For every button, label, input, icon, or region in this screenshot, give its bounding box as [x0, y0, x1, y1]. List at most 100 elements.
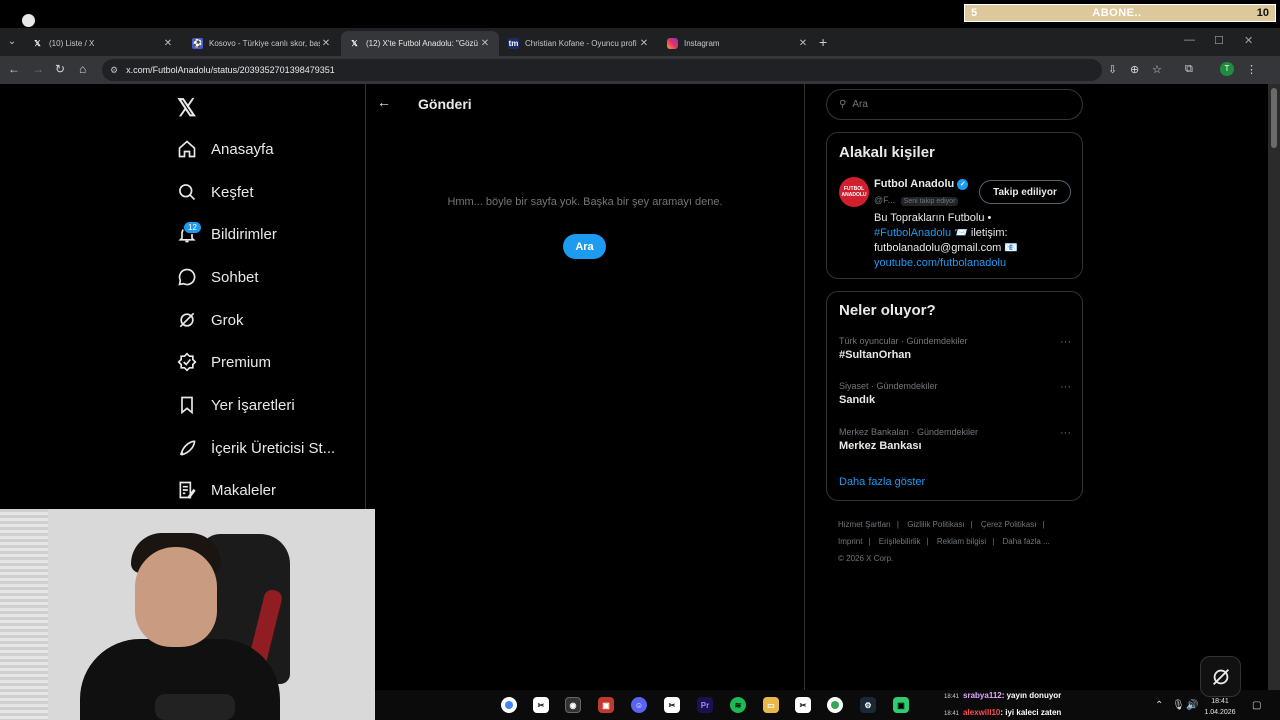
reload-icon[interactable]: ↻ — [55, 62, 65, 76]
top-overlay-bar: 5 ABONE.. 10 — [0, 0, 1280, 28]
more-options-icon[interactable]: ··· — [1060, 336, 1071, 348]
tab-futbol-anadolu[interactable]: 𝕏 (12) X'te Futbol Anadolu: "Gözü ✕ — [341, 31, 499, 56]
page-scrollbar[interactable] — [1268, 84, 1280, 720]
instagram-icon — [667, 38, 678, 49]
url-field[interactable]: ⚙ x.com/FutbolAnadolu/status/20393527013… — [102, 59, 1102, 81]
install-app-icon[interactable]: ⇩ — [1108, 63, 1117, 76]
app-green-icon[interactable]: ▣ — [893, 697, 909, 713]
avatar[interactable]: FUTBOL ANADOLU — [839, 177, 869, 207]
tab-kosovo[interactable]: ⚽ Kosovo - Türkiye canlı skor, baş ✕ — [184, 31, 340, 56]
window-close-icon[interactable]: ✕ — [1244, 34, 1253, 47]
close-icon[interactable]: ✕ — [797, 38, 809, 49]
youtube-link[interactable]: youtube.com/futbolanadolu — [874, 256, 1074, 271]
steam-icon[interactable]: ⚙ — [860, 697, 876, 713]
nav-label: Keşfet — [211, 183, 254, 201]
capcut-icon[interactable]: ✂ — [533, 697, 549, 713]
spotify-icon[interactable]: ≋ — [730, 697, 746, 713]
footer-link[interactable]: Imprint — [838, 537, 862, 546]
tray-chevron-icon[interactable]: ⌃ — [1155, 700, 1163, 711]
nav-item-home[interactable]: Anasayfa — [176, 129, 274, 169]
page-title: Gönderi — [418, 96, 472, 112]
column-divider — [804, 84, 805, 720]
close-icon[interactable]: ✕ — [479, 38, 491, 49]
goal-current: 5 — [971, 7, 978, 19]
microphone-tray-icon[interactable]: 🎙 — [1172, 700, 1185, 711]
search-button[interactable]: Ara — [563, 234, 606, 259]
trend-item[interactable]: Siyaset · Gündemdekiler Sandık ··· — [839, 381, 1071, 406]
file-explorer-icon[interactable]: ▭ — [763, 697, 779, 713]
grok-floating-icon[interactable] — [1200, 656, 1241, 697]
tab-liste[interactable]: 𝕏 (10) Liste / X ✕ — [24, 31, 182, 56]
close-icon[interactable]: ✕ — [638, 38, 650, 49]
maximize-icon[interactable]: ☐ — [1214, 34, 1224, 47]
trend-item[interactable]: Türk oyuncular · Gündemdekiler #SultanOr… — [839, 336, 1071, 361]
scrollbar-thumb[interactable] — [1271, 88, 1277, 148]
back-icon[interactable]: ← — [8, 62, 20, 76]
tab-search-button[interactable]: ⌄ — [4, 34, 20, 50]
footer-link[interactable]: Çerez Politikası — [981, 520, 1037, 529]
zoom-icon[interactable]: ⊕ — [1130, 63, 1139, 76]
goal-label: ABONE.. — [1092, 7, 1142, 19]
minimize-icon[interactable]: — — [1184, 34, 1195, 46]
footer-link[interactable]: Gizlilik Politikası — [907, 520, 964, 529]
forward-icon[interactable]: → — [32, 62, 44, 76]
nav-item-explore[interactable]: Keşfet — [176, 172, 254, 212]
close-icon[interactable]: ✕ — [162, 38, 174, 49]
capcut-icon[interactable]: ✂ — [795, 697, 811, 713]
nav-item-creator-studio[interactable]: İçerik Üreticisi St... — [176, 428, 335, 468]
capcut-icon[interactable]: ✂ — [664, 697, 680, 713]
obs-icon[interactable]: ◉ — [565, 697, 581, 713]
profile-avatar[interactable]: T — [1220, 62, 1234, 76]
os-badge-icon — [22, 14, 35, 27]
tab-kofane[interactable]: tm Christian Kofane - Oyuncu profi ✕ — [500, 31, 658, 56]
new-tab-button[interactable]: + — [819, 34, 827, 50]
bookmark-star-icon[interactable]: ☆ — [1152, 63, 1162, 76]
nav-item-grok[interactable]: Grok — [176, 300, 244, 340]
chat-message: 18:41 alexwill10: iyi kaleci zaten — [944, 705, 1124, 720]
app-red-icon[interactable]: ▣ — [598, 697, 614, 713]
footer-row: Imprint | Erişilebilirlik | Reklam bilgisi… — [838, 537, 1050, 546]
chat-time: 18:41 — [944, 694, 960, 700]
nav-item-premium[interactable]: Premium — [176, 342, 271, 382]
footer-link[interactable]: Daha fazla ... — [1003, 537, 1050, 546]
home-icon — [176, 138, 198, 160]
extensions-icon[interactable]: ⧉ — [1185, 63, 1193, 76]
card-heading: Alakalı kişiler — [839, 144, 935, 161]
nav-item-bookmarks[interactable]: Yer İşaretleri — [176, 385, 295, 425]
home-button-icon[interactable]: ⌂ — [79, 62, 86, 76]
nav-item-chat[interactable]: Sohbet — [176, 257, 259, 297]
tab-title: Christian Kofane - Oyuncu profi — [525, 39, 637, 48]
related-people-card: Alakalı kişiler FUTBOL ANADOLU Futbol An… — [826, 132, 1083, 279]
x-logo-icon[interactable]: 𝕏 — [177, 94, 196, 123]
footer-link[interactable]: Erişilebilirlik — [879, 537, 921, 546]
footer-link[interactable]: Reklam bilgisi — [937, 537, 986, 546]
site-info-icon[interactable]: ⚙ — [110, 65, 118, 76]
back-arrow-icon[interactable]: ← — [377, 94, 391, 110]
bio-line: Bu Toprakların Futbolu • — [874, 212, 992, 224]
tab-instagram[interactable]: Instagram ✕ — [659, 31, 817, 56]
menu-kebab-icon[interactable]: ⋮ — [1246, 63, 1257, 76]
discord-icon[interactable]: ☺ — [631, 697, 647, 713]
show-more-link[interactable]: Daha fazla göster — [839, 476, 925, 488]
more-options-icon[interactable]: ··· — [1060, 427, 1071, 439]
notification-center-icon[interactable]: ▢ — [1252, 700, 1261, 711]
more-options-icon[interactable]: ··· — [1060, 381, 1071, 393]
premiere-icon[interactable]: Pr — [697, 697, 713, 713]
related-user-name[interactable]: Futbol Anadolu ✓ — [874, 178, 969, 190]
close-icon[interactable]: ✕ — [320, 38, 332, 49]
tab-title: Kosovo - Türkiye canlı skor, baş — [209, 39, 320, 48]
search-input[interactable]: ⚲ Ara — [826, 89, 1083, 120]
volume-icon[interactable]: 🔊 — [1186, 700, 1198, 711]
system-clock[interactable]: 18:41 1.04.2026 — [1200, 696, 1240, 718]
chrome-icon[interactable] — [501, 697, 517, 713]
nav-item-notifications[interactable]: Bildirimler — [176, 214, 277, 254]
handle-text: @F... — [874, 195, 896, 205]
trend-item[interactable]: Merkez Bankaları · Gündemdekiler Merkez … — [839, 427, 1071, 452]
following-button[interactable]: Takip ediliyor — [979, 180, 1071, 204]
chat-user: srabya112 — [963, 691, 1002, 700]
footer-link[interactable]: Hizmet Şartları — [838, 520, 891, 529]
chrome-icon[interactable] — [827, 697, 843, 713]
goal-target: 10 — [1256, 7, 1269, 19]
nav-item-articles[interactable]: Makaleler — [176, 470, 276, 510]
hashtag-link[interactable]: #FutbolAnadolu — [874, 227, 951, 239]
